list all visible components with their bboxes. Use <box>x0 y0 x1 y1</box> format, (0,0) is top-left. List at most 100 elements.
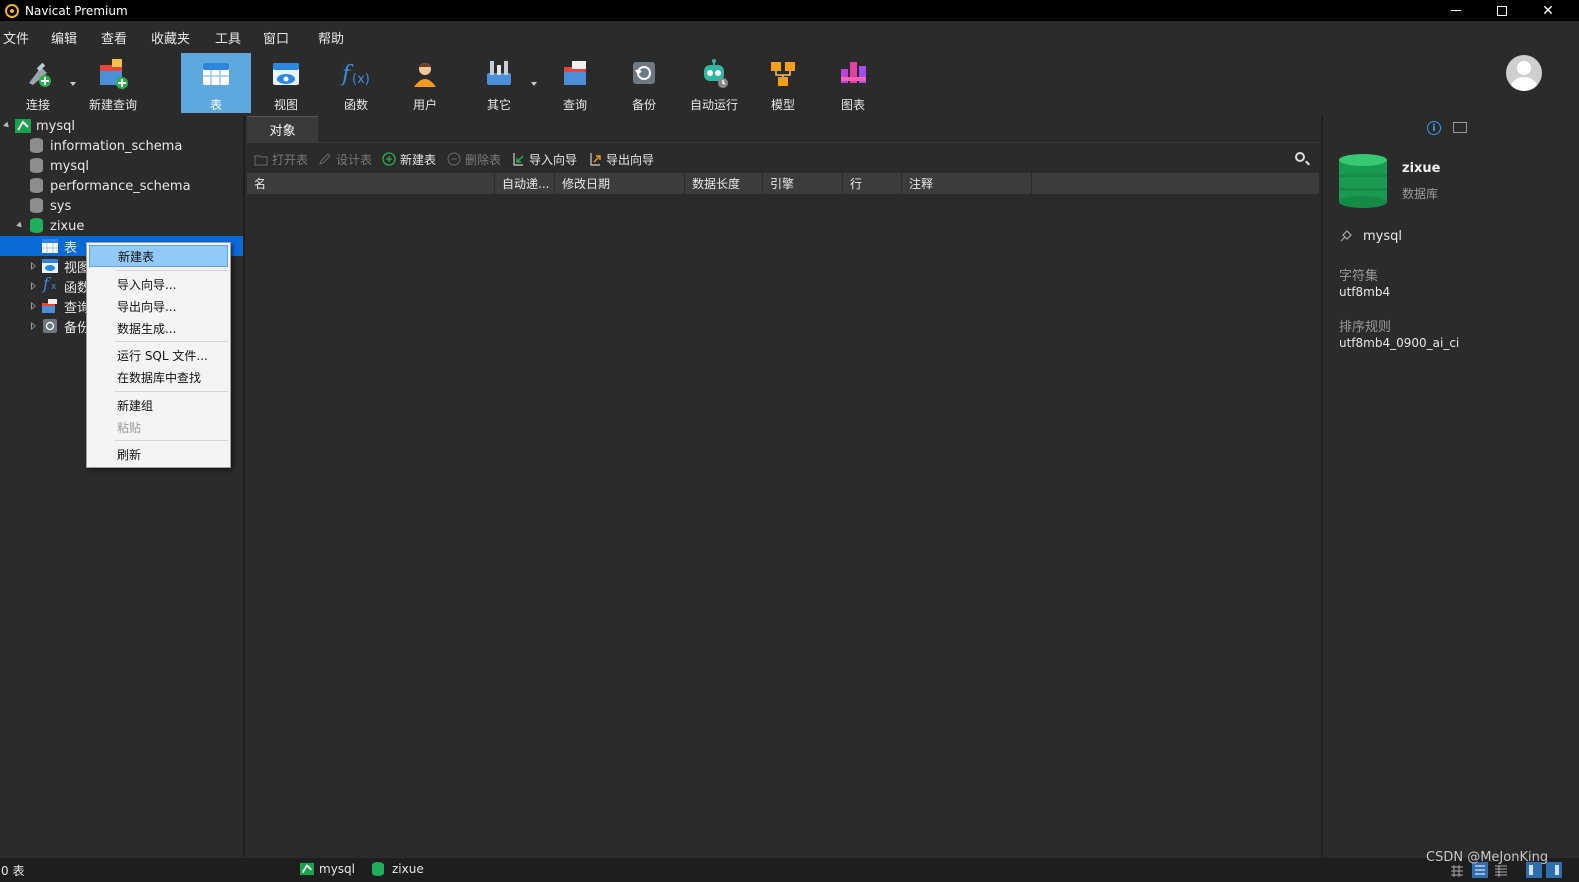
menu-favorites[interactable]: 收藏夹 <box>151 28 190 47</box>
tab-objects[interactable]: 对象 <box>247 116 318 142</box>
other-dropdown-icon[interactable] <box>531 82 537 86</box>
ctx-run-sql-file[interactable]: 运行 SQL 文件... <box>89 344 228 366</box>
navigation-tree: mysql information_schema mysql performan… <box>0 116 245 857</box>
toolbar-automation-button[interactable]: 自动运行 <box>679 53 749 113</box>
objects-list-area[interactable] <box>247 194 1319 857</box>
menu-file[interactable]: 文件 <box>3 28 29 47</box>
tree-db-information-schema[interactable]: information_schema <box>0 136 243 156</box>
column-header-name[interactable]: 名 <box>247 173 495 194</box>
delete-table-button[interactable]: 删除表 <box>447 150 501 168</box>
database-icon <box>30 198 43 213</box>
toolbar-user-button[interactable]: 用户 <box>390 53 460 113</box>
column-header-engine[interactable]: 引擎 <box>763 173 843 194</box>
collapse-arrow-icon[interactable] <box>31 282 36 290</box>
expand-arrow-icon[interactable] <box>3 121 11 130</box>
collapse-arrow-icon[interactable] <box>31 322 36 330</box>
tree-db-performance-schema[interactable]: performance_schema <box>0 176 243 196</box>
design-table-button[interactable]: 设计表 <box>318 150 372 168</box>
menu-view[interactable]: 查看 <box>101 28 127 47</box>
toolbar-function-button[interactable]: f (x) 函数 <box>321 53 391 113</box>
column-header-rows[interactable]: 行 <box>843 173 902 194</box>
tools-icon <box>487 61 511 85</box>
toolbar-connect-button[interactable]: 连接 <box>3 53 73 113</box>
menu-window[interactable]: 窗口 <box>263 28 289 47</box>
ctx-export-wizard[interactable]: 导出向导... <box>89 295 228 317</box>
toolbar-chart-button[interactable]: 图表 <box>818 53 888 113</box>
ddl-icon[interactable] <box>1453 122 1467 133</box>
backup-icon <box>43 319 57 333</box>
database-icon <box>30 218 43 233</box>
tree-connection-mysql[interactable]: mysql <box>0 116 243 136</box>
svg-text:(x): (x) <box>352 72 370 87</box>
query-icon <box>42 299 57 313</box>
mysql-connection-icon <box>15 119 31 133</box>
minimize-button[interactable] <box>1433 0 1479 21</box>
import-wizard-button[interactable]: 导入向导 <box>511 150 577 168</box>
search-icon[interactable] <box>1295 152 1305 162</box>
view-icon <box>42 259 58 273</box>
user-avatar[interactable] <box>1506 55 1542 91</box>
toolbar-query-button[interactable]: 查询 <box>540 53 610 113</box>
mysql-connection-icon <box>300 862 314 876</box>
maximize-button[interactable] <box>1479 0 1525 21</box>
ctx-refresh[interactable]: 刷新 <box>89 443 228 465</box>
detail-view-icon[interactable] <box>1494 864 1508 878</box>
title-bar: Navicat Premium ✕ <box>0 0 1579 21</box>
toolbar-other-button[interactable]: 其它 <box>464 53 534 113</box>
backup-icon <box>633 62 655 84</box>
query-icon <box>564 61 586 85</box>
ctx-new-table[interactable]: 新建表 <box>89 245 228 267</box>
open-table-label: 打开表 <box>272 152 309 167</box>
ctx-data-generation[interactable]: 数据生成... <box>89 317 228 339</box>
tab-divider <box>247 142 1319 143</box>
column-header-auto-increment[interactable]: 自动递... <box>495 173 555 194</box>
tree-db-sys[interactable]: sys <box>0 196 243 216</box>
ctx-paste: 粘贴 <box>117 420 142 435</box>
column-header-comment[interactable]: 注释 <box>902 173 1032 194</box>
main-toolbar: 连接 新建查询 表 视图 f (x) 函数 用户 其它 查询 备份 自动运行 模… <box>0 50 1579 114</box>
table-icon <box>42 239 58 253</box>
tree-label: 表 <box>64 240 78 256</box>
tree-db-zixue[interactable]: zixue <box>0 216 243 236</box>
connect-dropdown-icon[interactable] <box>70 82 76 86</box>
objects-table-header: 名 自动递... 修改日期 数据长度 引擎 行 注释 <box>247 173 1319 194</box>
open-table-button[interactable]: 打开表 <box>254 150 308 168</box>
toolbar-backup-label: 备份 <box>631 98 656 112</box>
info-icon[interactable]: i <box>1427 121 1441 135</box>
collapse-arrow-icon[interactable] <box>31 302 36 310</box>
info-db-type: 数据库 <box>1402 187 1439 201</box>
export-wizard-button[interactable]: 导出向导 <box>588 150 654 168</box>
new-table-button[interactable]: 新建表 <box>382 150 436 168</box>
grid-view-icon[interactable] <box>1450 864 1464 878</box>
window-title: Navicat Premium <box>25 3 128 18</box>
toolbar-table-button[interactable]: 表 <box>181 53 251 113</box>
view-icon <box>273 63 299 85</box>
panel-right-icon[interactable] <box>1546 862 1562 878</box>
column-header-modified-date[interactable]: 修改日期 <box>555 173 685 194</box>
ctx-import-wizard[interactable]: 导入向导... <box>89 273 228 295</box>
menu-help[interactable]: 帮助 <box>318 28 344 47</box>
menu-edit[interactable]: 编辑 <box>51 28 77 47</box>
connection-icon <box>1340 230 1352 242</box>
toolbar-view-button[interactable]: 视图 <box>251 53 321 113</box>
watermark-text: CSDN @MeJonKing <box>1426 850 1549 865</box>
collapse-arrow-icon[interactable] <box>31 262 36 270</box>
toolbar-backup-button[interactable]: 备份 <box>609 53 679 113</box>
info-charset-label: 字符集 <box>1339 269 1379 284</box>
database-large-icon <box>1339 154 1387 208</box>
toolbar-new-query-button[interactable]: 新建查询 <box>78 53 148 113</box>
tree-db-mysql[interactable]: mysql <box>0 156 243 176</box>
toolbar-model-button[interactable]: 模型 <box>748 53 818 113</box>
close-icon: ✕ <box>1542 2 1554 19</box>
ctx-new-group[interactable]: 新建组 <box>89 394 228 416</box>
ctx-find-in-database[interactable]: 在数据库中查找 <box>89 366 228 388</box>
menu-tools[interactable]: 工具 <box>215 28 241 47</box>
import-icon <box>513 153 524 166</box>
expand-arrow-icon[interactable] <box>16 221 24 230</box>
close-button[interactable]: ✕ <box>1525 0 1571 21</box>
export-icon <box>590 153 601 166</box>
column-header-data-length[interactable]: 数据长度 <box>685 173 763 194</box>
info-db-name: zixue <box>1402 161 1441 176</box>
toolbar-function-label: 函数 <box>343 98 368 112</box>
info-collation-value: utf8mb4_0900_ai_ci <box>1339 336 1460 350</box>
